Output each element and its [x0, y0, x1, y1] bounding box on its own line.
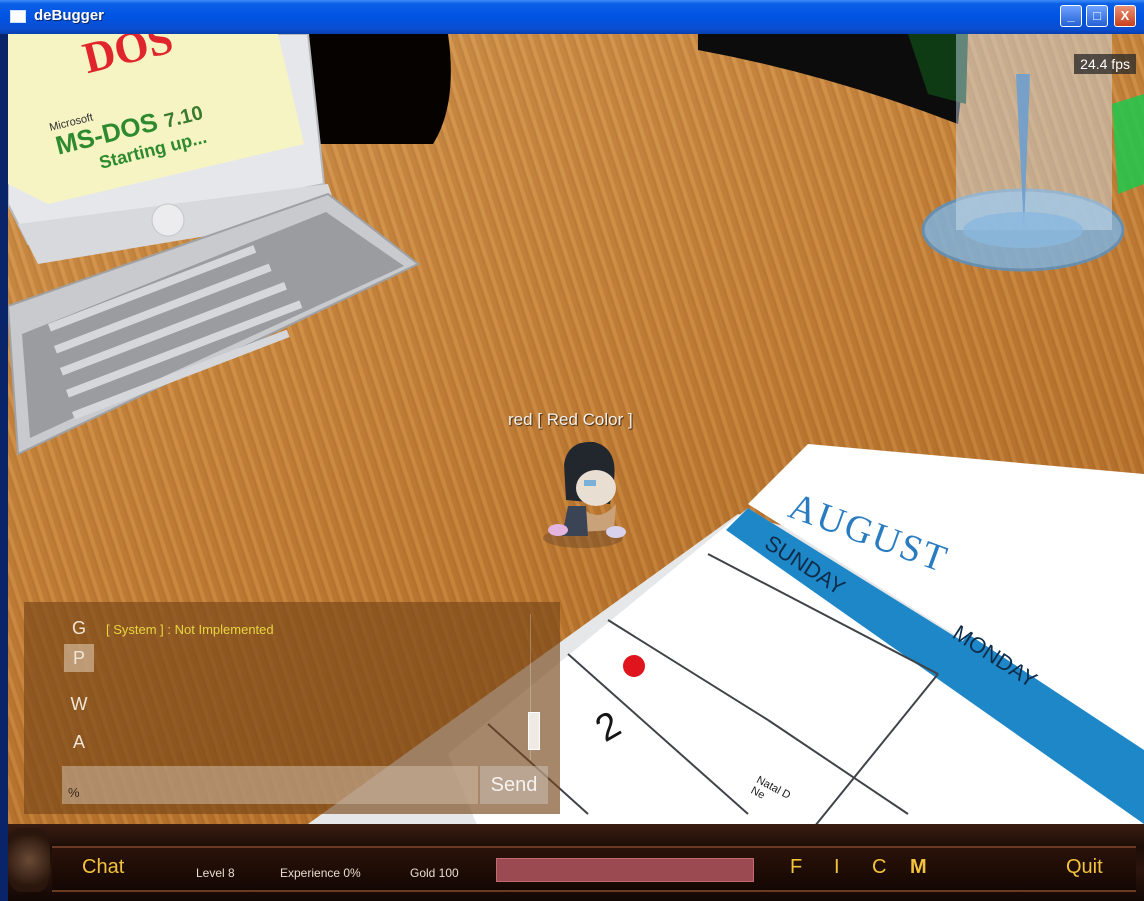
title-bar[interactable]: deBugger _ □ X [0, 0, 1144, 34]
gold-display: Gold 100 [410, 866, 459, 880]
chat-channel-p[interactable]: P [64, 644, 94, 672]
menu-button-c[interactable]: C [872, 856, 886, 879]
player-name-tag: red [ Red Color ] [508, 410, 633, 429]
game-viewport[interactable]: DOS Microsoft MS-DOS 7.10 Starting up...… [8, 34, 1144, 901]
level-display: Level 8 [196, 866, 235, 880]
game-window: deBugger _ □ X DOS Microsoft MS-DOS 7.10… [0, 0, 1144, 901]
bottom-bar: Chat Level 8 Experience 0% Gold 100 F I … [8, 824, 1144, 901]
chat-input[interactable] [62, 766, 478, 804]
chat-toggle-button[interactable]: Chat [82, 856, 124, 879]
player-avatar[interactable] [528, 434, 628, 554]
close-button[interactable]: X [1114, 5, 1136, 27]
minimize-button[interactable]: _ [1060, 5, 1082, 27]
quit-button[interactable]: Quit [1066, 856, 1103, 879]
menu-button-f[interactable]: F [790, 856, 802, 879]
maximize-button[interactable]: □ [1086, 5, 1108, 27]
maximize-icon: □ [1093, 8, 1101, 23]
chat-channel-g[interactable]: G [64, 614, 94, 642]
window-title: deBugger [34, 7, 105, 24]
menu-button-i[interactable]: I [834, 856, 840, 879]
chat-system-message: [ System ] : Not Implemented [106, 622, 274, 637]
experience-display: Experience 0% [280, 866, 361, 880]
chat-channel-w[interactable]: W [64, 690, 94, 718]
ornament-icon [8, 828, 50, 892]
chat-channel-a[interactable]: A [64, 728, 94, 756]
send-button[interactable]: Send [480, 766, 548, 804]
experience-bar [496, 858, 754, 882]
chat-panel: G P W A [ System ] : Not Implemented Sen… [24, 602, 560, 814]
chat-scroll-thumb[interactable] [528, 712, 540, 750]
minimize-icon: _ [1067, 8, 1075, 23]
menu-button-m[interactable]: M [910, 856, 927, 879]
window-icon [10, 10, 26, 23]
close-icon: X [1120, 8, 1130, 23]
